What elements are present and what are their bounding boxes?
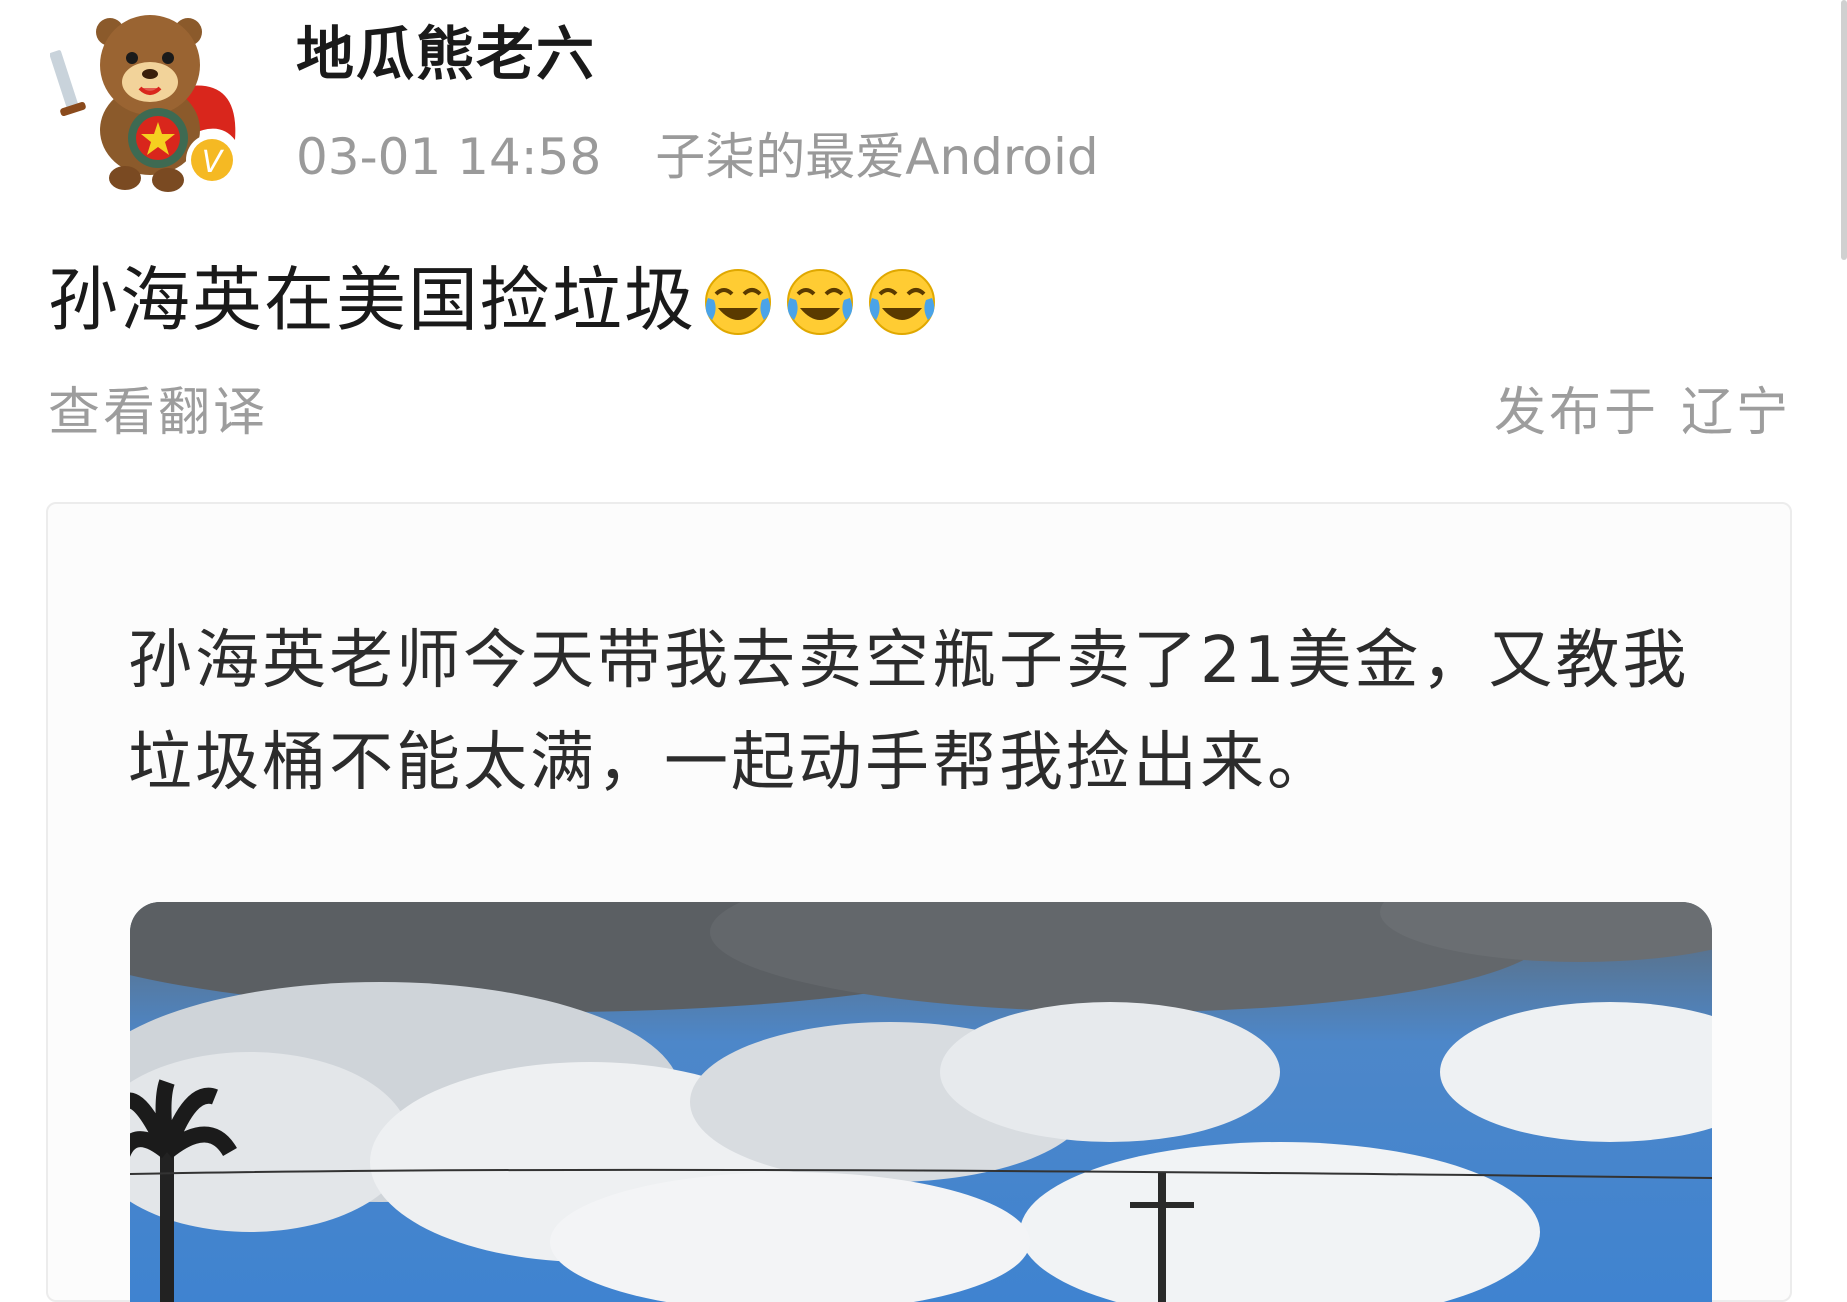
post-meta: 03-01 14:58 子柒的最爱Android <box>296 122 1099 192</box>
laughing-crying-emoji-icon <box>780 260 860 340</box>
sky-photo-image <box>130 902 1712 1302</box>
location-name: 辽宁 <box>1680 383 1791 443</box>
scrollbar[interactable] <box>1841 0 1847 260</box>
verified-badge-icon: V <box>202 145 225 180</box>
sky-photo[interactable] <box>130 902 1712 1302</box>
laughing-crying-emoji-icon <box>698 260 778 340</box>
published-location: 发布于 辽宁 <box>1494 378 1791 448</box>
timestamp: 03-01 14:58 <box>296 128 602 186</box>
post-source[interactable]: 子柒的最爱Android <box>655 128 1098 186</box>
avatar[interactable]: V <box>49 10 250 200</box>
username[interactable]: 地瓜熊老六 <box>296 14 596 94</box>
view-translation-link[interactable]: 查看翻译 <box>48 378 268 448</box>
published-label: 发布于 <box>1493 383 1659 443</box>
post-body: 孙海英在美国捡垃圾 <box>48 259 696 341</box>
bear-mascot-icon: V <box>49 15 238 192</box>
card-text: 孙海英老师今天带我去卖空瓶子卖了21美金，又教我垃圾桶不能太满，一起动手帮我捡出… <box>128 624 1690 800</box>
laughing-crying-emoji-icon <box>862 260 942 340</box>
post-text: 孙海英在美国捡垃圾 <box>48 250 942 350</box>
